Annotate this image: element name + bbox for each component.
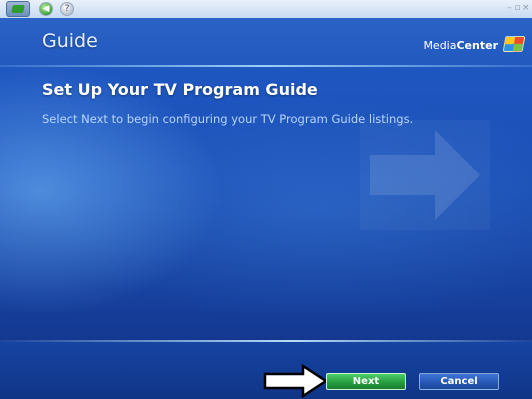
brand-prefix: Media <box>423 39 457 52</box>
title-bar: ◀ ? – ▫× <box>0 0 532 18</box>
wizard-heading: Set Up Your TV Program Guide <box>42 80 318 99</box>
page-title: Guide <box>42 30 98 52</box>
help-icon: ? <box>64 4 70 14</box>
brand-label: MediaCenter <box>423 39 498 52</box>
media-center-start-icon[interactable] <box>6 1 30 17</box>
minimize-button[interactable]: – <box>506 3 514 13</box>
maximize-button[interactable]: ▫ <box>514 3 522 13</box>
window-controls: – ▫× <box>506 3 530 13</box>
cancel-button[interactable]: Cancel <box>419 373 499 390</box>
back-arrow-icon: ◀ <box>42 4 50 14</box>
brand-suffix: Center <box>456 39 498 52</box>
close-button[interactable]: × <box>522 3 530 13</box>
help-button[interactable]: ? <box>60 2 74 16</box>
next-button[interactable]: Next <box>326 373 406 390</box>
back-button[interactable]: ◀ <box>39 2 53 16</box>
header-divider <box>0 65 532 67</box>
windows-flag-icon <box>502 36 526 52</box>
wizard-screen: ◀ ? – ▫× Guide MediaCenter Set Up Your TV… <box>0 0 532 399</box>
decorative-arrow-icon <box>360 120 490 230</box>
pointer-arrow-icon <box>263 364 329 398</box>
